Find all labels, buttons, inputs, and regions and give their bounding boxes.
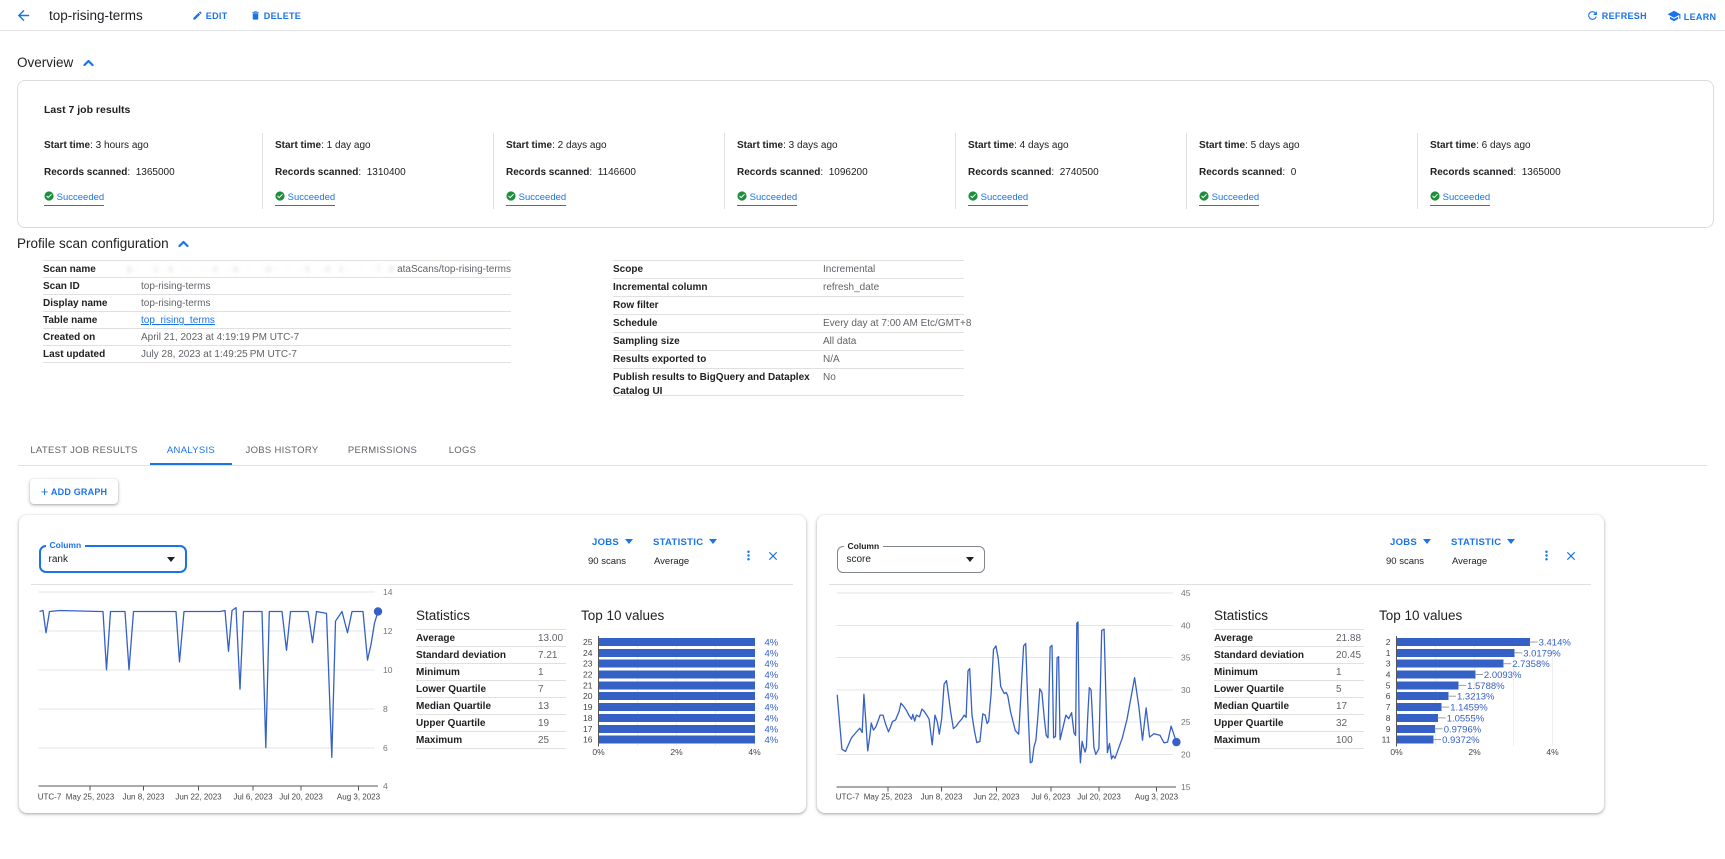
svg-text:10: 10 (383, 665, 393, 675)
svg-text:3: 3 (1386, 659, 1391, 669)
svg-text:7: 7 (1386, 702, 1391, 712)
svg-text:25: 25 (583, 637, 593, 647)
svg-text:0.9796%: 0.9796% (1444, 724, 1482, 735)
svg-text:45: 45 (1181, 588, 1191, 598)
svg-text:30: 30 (1181, 685, 1191, 695)
svg-text:2: 2 (1386, 637, 1391, 647)
svg-text:2%: 2% (670, 747, 683, 757)
svg-text:21: 21 (583, 680, 593, 690)
svg-text:Jun 22, 2023: Jun 22, 2023 (175, 793, 222, 802)
svg-text:0%: 0% (592, 747, 605, 757)
svg-text:23: 23 (583, 659, 593, 669)
svg-text:Jul 6, 2023: Jul 6, 2023 (233, 793, 273, 802)
svg-text:6: 6 (383, 743, 388, 753)
svg-text:4%: 4% (1546, 747, 1559, 757)
svg-text:Aug 3, 2023: Aug 3, 2023 (1135, 793, 1179, 802)
svg-text:Jun 8, 2023: Jun 8, 2023 (921, 793, 963, 802)
svg-text:4%: 4% (765, 681, 779, 692)
svg-text:4: 4 (1386, 670, 1391, 680)
svg-text:15: 15 (1181, 782, 1191, 792)
svg-text:Jun 8, 2023: Jun 8, 2023 (123, 793, 165, 802)
svg-text:1.1459%: 1.1459% (1450, 703, 1488, 714)
svg-text:40: 40 (1181, 620, 1191, 630)
svg-text:6: 6 (1386, 691, 1391, 701)
svg-text:24: 24 (583, 648, 593, 658)
svg-text:4%: 4% (765, 638, 779, 649)
svg-text:3.0179%: 3.0179% (1523, 648, 1561, 659)
svg-text:2%: 2% (1468, 747, 1481, 757)
svg-text:UTC-7: UTC-7 (38, 793, 62, 802)
svg-text:3.414%: 3.414% (1539, 638, 1572, 649)
svg-text:0.9372%: 0.9372% (1442, 735, 1480, 746)
svg-text:1: 1 (1386, 648, 1391, 658)
svg-text:14: 14 (383, 587, 393, 597)
svg-text:8: 8 (383, 704, 388, 714)
svg-text:Jun 22, 2023: Jun 22, 2023 (973, 793, 1020, 802)
svg-text:19: 19 (583, 702, 593, 712)
svg-text:22: 22 (583, 670, 593, 680)
svg-text:4%: 4% (765, 692, 779, 703)
svg-text:4%: 4% (765, 713, 779, 724)
svg-text:May 25, 2023: May 25, 2023 (864, 793, 913, 802)
svg-text:4: 4 (383, 781, 388, 791)
svg-text:11: 11 (1382, 735, 1391, 745)
svg-text:4%: 4% (765, 735, 779, 746)
svg-text:9: 9 (1386, 724, 1391, 734)
svg-text:UTC-7: UTC-7 (836, 793, 860, 802)
svg-text:4%: 4% (765, 659, 779, 670)
svg-text:1.5788%: 1.5788% (1467, 681, 1505, 692)
svg-text:Jul 20, 2023: Jul 20, 2023 (1077, 793, 1121, 802)
svg-text:5: 5 (1386, 680, 1391, 690)
svg-text:1.3213%: 1.3213% (1457, 692, 1495, 703)
svg-text:25: 25 (1181, 717, 1191, 727)
svg-text:4%: 4% (765, 724, 779, 735)
svg-text:Jul 20, 2023: Jul 20, 2023 (279, 793, 323, 802)
svg-text:4%: 4% (765, 670, 779, 681)
svg-text:1.0555%: 1.0555% (1447, 713, 1485, 724)
svg-text:Jul 6, 2023: Jul 6, 2023 (1031, 793, 1071, 802)
svg-text:Aug 3, 2023: Aug 3, 2023 (337, 793, 381, 802)
svg-text:4%: 4% (765, 648, 779, 659)
svg-text:2.7358%: 2.7358% (1512, 659, 1550, 670)
svg-text:4%: 4% (748, 747, 761, 757)
svg-text:8: 8 (1386, 713, 1391, 723)
svg-text:18: 18 (583, 713, 593, 723)
svg-text:16: 16 (583, 735, 593, 745)
svg-text:12: 12 (383, 626, 393, 636)
svg-text:20: 20 (583, 691, 593, 701)
svg-text:20: 20 (1181, 750, 1191, 760)
svg-text:17: 17 (583, 724, 593, 734)
svg-text:4%: 4% (765, 703, 779, 714)
svg-text:0%: 0% (1390, 747, 1403, 757)
svg-text:35: 35 (1181, 653, 1191, 663)
svg-text:May 25, 2023: May 25, 2023 (66, 793, 115, 802)
svg-text:2.0093%: 2.0093% (1484, 670, 1522, 681)
